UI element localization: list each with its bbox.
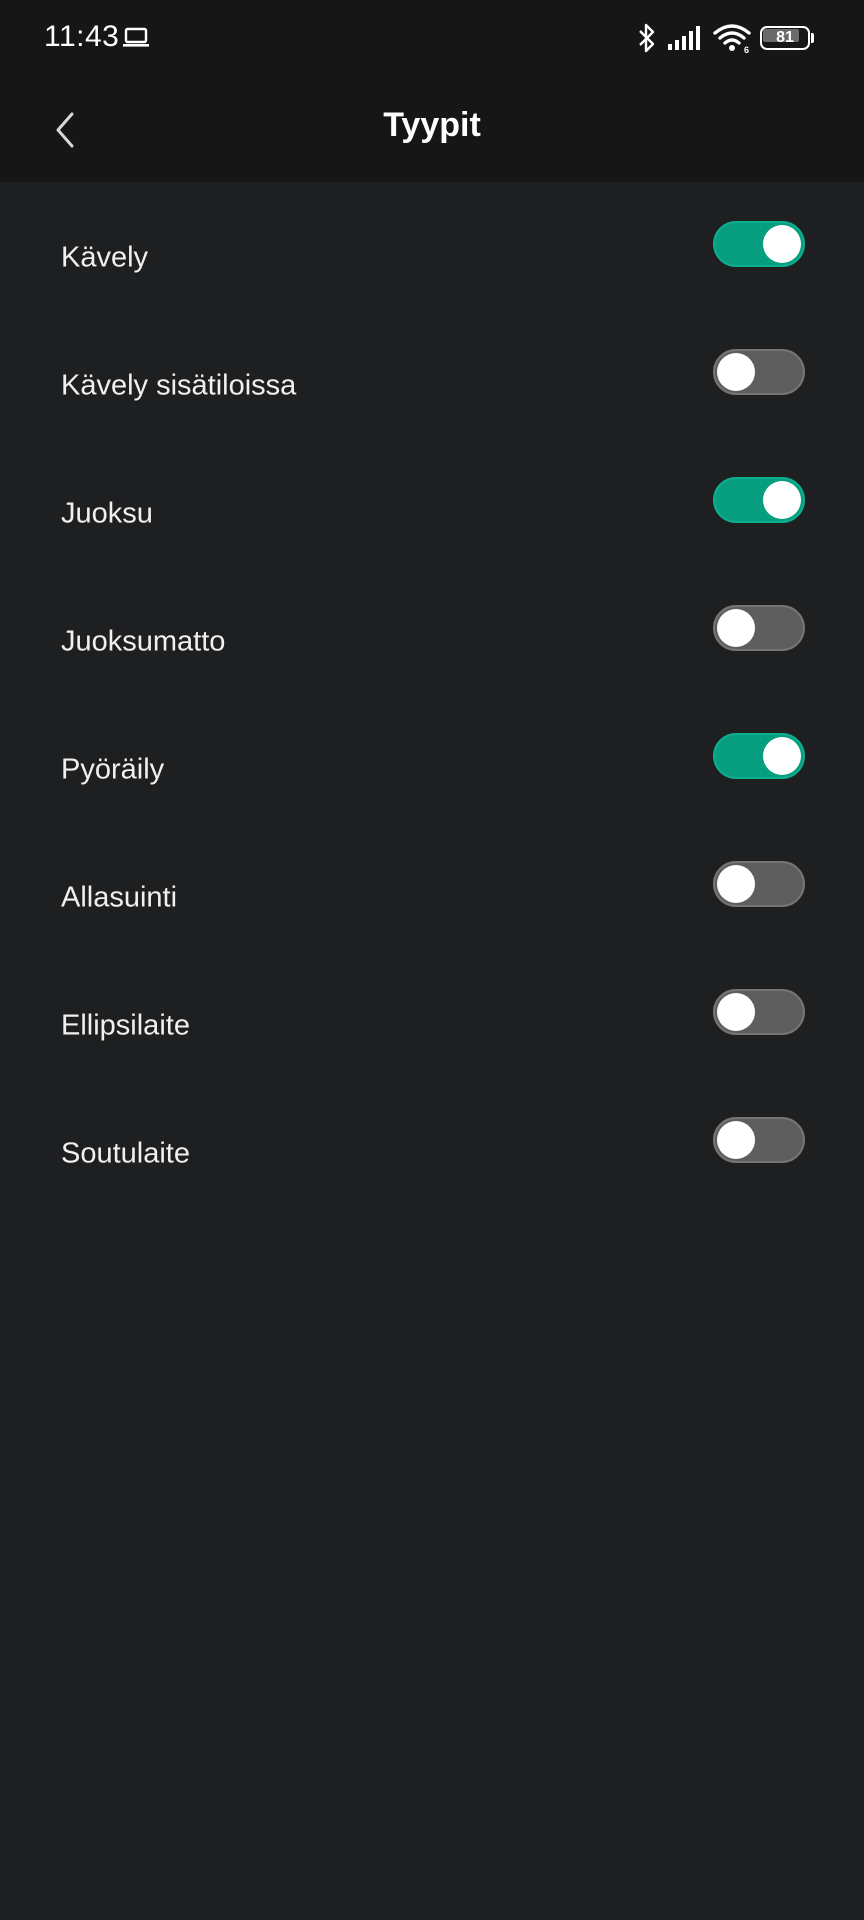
list-item-label: Kävely <box>61 241 149 274</box>
status-time: 11:43 <box>44 20 120 53</box>
list-item: Kävely <box>0 182 864 310</box>
laptop-icon <box>123 27 149 47</box>
toggle-switch[interactable] <box>713 477 805 523</box>
toggle-switch[interactable] <box>713 733 805 779</box>
toggle-knob <box>717 865 755 903</box>
list-item-label: Allasuinti <box>61 881 178 914</box>
toggle-knob <box>717 1121 755 1159</box>
toggle-knob <box>717 353 755 391</box>
list-item: Pyöräily <box>0 694 864 822</box>
bluetooth-icon <box>639 23 655 53</box>
list-item-label: Ellipsilaite <box>61 1009 190 1042</box>
list-item: Kävely sisätiloissa <box>0 310 864 438</box>
list-item: Soutulaite <box>0 1078 864 1206</box>
signal-icon <box>668 26 700 50</box>
wifi-icon: 6 <box>713 24 751 54</box>
list-item-label: Juoksu <box>61 497 153 530</box>
toggle-knob <box>717 993 755 1031</box>
toggle-switch[interactable] <box>713 349 805 395</box>
back-button[interactable] <box>40 100 90 160</box>
list-item: Juoksu <box>0 438 864 566</box>
activity-type-list: Kävely Kävely sisätiloissa Juoksu Juoksumat… <box>0 182 864 1206</box>
app-bar: Tyypit <box>0 78 864 182</box>
toggle-switch[interactable] <box>713 861 805 907</box>
chevron-left-icon <box>56 112 74 148</box>
list-item-label: Soutulaite <box>61 1137 190 1170</box>
toggle-switch[interactable] <box>713 605 805 651</box>
toggle-knob <box>717 609 755 647</box>
toggle-knob <box>763 737 801 775</box>
list-item: Juoksumatto <box>0 566 864 694</box>
toggle-knob <box>763 225 801 263</box>
list-item: Allasuinti <box>0 822 864 950</box>
svg-text:6: 6 <box>744 45 749 54</box>
list-item-label: Pyöräily <box>61 753 165 786</box>
status-bar: 11:43 6 81 <box>0 0 864 78</box>
list-item-label: Kävely sisätiloissa <box>61 369 297 402</box>
toggle-switch[interactable] <box>713 989 805 1035</box>
list-item: Ellipsilaite <box>0 950 864 1078</box>
toggle-knob <box>763 481 801 519</box>
battery-icon: 81 <box>760 26 814 50</box>
toggle-switch[interactable] <box>713 221 805 267</box>
page-title: Tyypit <box>383 106 481 144</box>
list-item-label: Juoksumatto <box>61 625 226 658</box>
toggle-switch[interactable] <box>713 1117 805 1163</box>
battery-level-text: 81 <box>776 29 794 46</box>
